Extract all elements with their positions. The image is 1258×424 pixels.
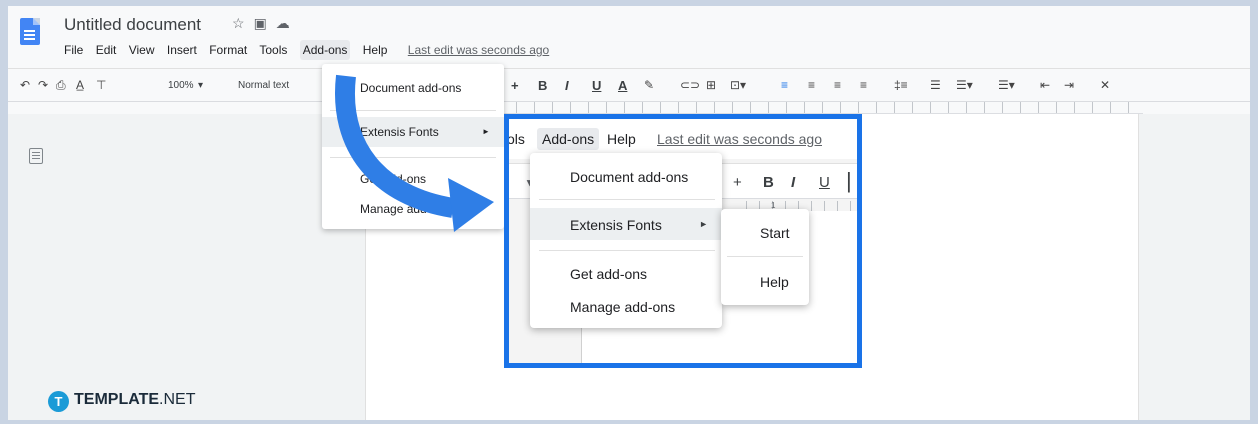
callout-arrow-head bbox=[448, 178, 494, 232]
brand-rest: .NET bbox=[159, 391, 196, 408]
callout-arrow-icon bbox=[335, 74, 494, 232]
app-frame: Untitled document ☆▣☁ File Edit View Ins… bbox=[8, 6, 1250, 420]
callout-arrow-shaft bbox=[335, 74, 455, 218]
template-logo-icon: T bbox=[48, 391, 69, 412]
brand-bold: TEMPLATE bbox=[74, 391, 160, 408]
template-brand-text: TEMPLATE.NET bbox=[74, 391, 195, 409]
